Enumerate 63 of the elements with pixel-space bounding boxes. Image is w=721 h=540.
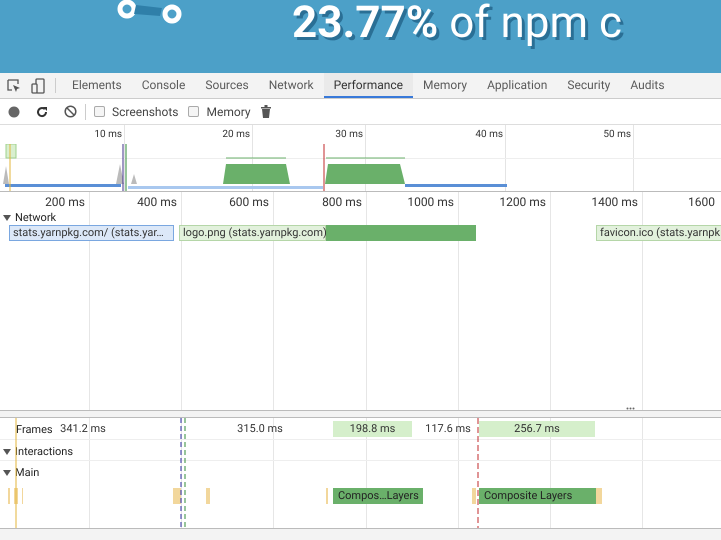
task-tick: [173, 488, 181, 504]
device-icon[interactable]: [31, 78, 45, 94]
ruler-tick: 1400 ms: [591, 194, 638, 211]
devtools-tab[interactable]: Audits: [620, 73, 675, 98]
overview-tick: 40 ms: [475, 128, 503, 142]
clear-icon[interactable]: [64, 105, 77, 118]
expand-triangle-icon[interactable]: [3, 469, 11, 478]
cpu-spike: [131, 174, 137, 184]
overview-tick: 30 ms: [335, 128, 363, 142]
task-tick: [326, 488, 328, 504]
devtools-tab[interactable]: Memory: [413, 73, 478, 98]
task-tick: [472, 488, 476, 504]
checkbox-label: Memory: [206, 104, 251, 120]
task-tick: [8, 488, 10, 504]
ruler-tick: 1200 ms: [499, 194, 546, 211]
track-title: Frames: [16, 422, 53, 438]
frame-duration: 256.7 ms: [479, 421, 595, 437]
cpu-activity-area: [223, 164, 290, 184]
expand-triangle-icon[interactable]: [3, 214, 11, 222]
ruler-tick: 600 ms: [229, 194, 269, 211]
cpu-spike: [3, 166, 9, 184]
reload-icon[interactable]: [36, 106, 48, 118]
section-title: Network: [15, 210, 56, 226]
devtools-tab[interactable]: Security: [557, 73, 620, 98]
task-tick: [596, 488, 602, 504]
task-bar[interactable]: Compos…Layers: [333, 488, 423, 504]
ruler-tick: 800 ms: [322, 194, 362, 211]
checkbox[interactable]: [94, 106, 105, 117]
task-bar[interactable]: Composite Layers: [479, 488, 596, 504]
task-tick: [14, 488, 18, 504]
devtools-tab[interactable]: Application: [477, 73, 558, 98]
devtools-tab[interactable]: Network: [258, 73, 324, 98]
track-title: Interactions: [15, 444, 74, 460]
ruler-tick: 1000 ms: [407, 194, 454, 211]
record-icon[interactable]: [8, 106, 20, 118]
inspect-icon[interactable]: [7, 78, 21, 92]
checkbox[interactable]: [188, 106, 200, 117]
devtools-tab[interactable]: Performance: [324, 73, 414, 98]
devtools-tab[interactable]: Console: [132, 73, 196, 98]
task-tick: [22, 488, 23, 504]
overview-tick: 20 ms: [222, 128, 250, 142]
frame-duration: 198.8 ms: [333, 421, 412, 437]
dots-icon: [626, 407, 635, 410]
cpu-spike: [116, 164, 124, 184]
request-bar[interactable]: logo.png (stats.yarnpkg.com): [179, 225, 326, 241]
request-bar[interactable]: favicon.ico (stats.yarnpk: [596, 225, 721, 241]
expand-triangle-icon[interactable]: [3, 448, 11, 456]
devtools-tab[interactable]: Elements: [62, 73, 132, 98]
ruler-tick: 200 ms: [45, 194, 85, 211]
frame-duration: 315.0 ms: [236, 421, 284, 437]
marker-line: [122, 144, 124, 191]
frame-duration: 117.6 ms: [424, 421, 472, 437]
frame-block: [6, 144, 16, 158]
headline: 23.77% of npm c: [292, 0, 622, 48]
overview-tick: 10 ms: [94, 128, 122, 142]
overview-tick: 50 ms: [603, 128, 631, 142]
checkbox-label: Screenshots: [112, 104, 178, 120]
devtools-tab[interactable]: Sources: [195, 73, 259, 98]
task-tick: [206, 488, 210, 504]
request-bar[interactable]: stats.yarnpkg.com/ (stats.yar…: [9, 225, 174, 241]
ruler-tick: 1600: [688, 194, 716, 211]
trash-icon[interactable]: [260, 105, 271, 118]
ruler-tick: 400 ms: [137, 194, 177, 211]
